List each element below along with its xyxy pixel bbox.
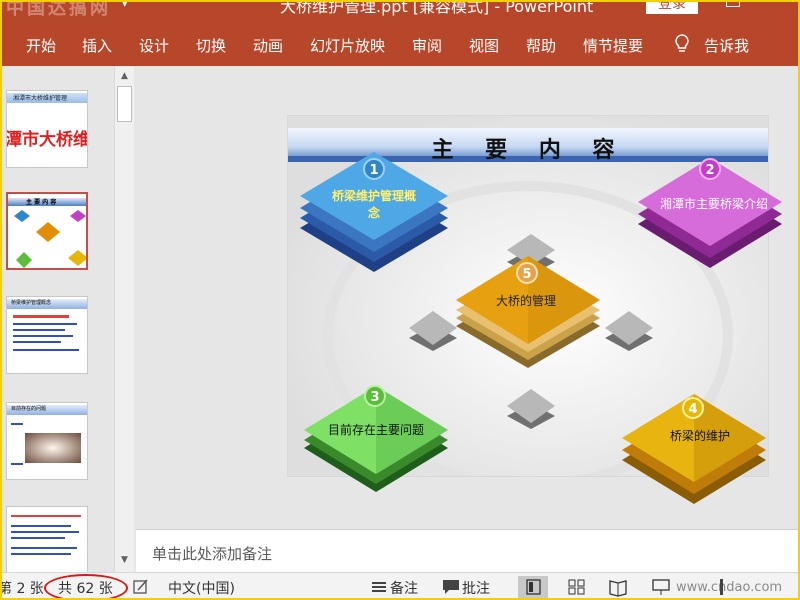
slide-thumbnail-1[interactable]: 湘潭市大桥维护管理 潭市大桥维护管理	[6, 90, 88, 168]
tab-review[interactable]: 审阅	[412, 35, 442, 56]
thumb-1-heading: 潭市大桥维护管理	[6, 130, 87, 150]
thumb-text-line	[11, 463, 23, 465]
tab-transitions[interactable]: 切换	[196, 35, 226, 56]
thumb-2-diagram	[14, 210, 86, 268]
spellcheck-icon[interactable]	[132, 578, 150, 596]
notes-icon	[372, 582, 386, 592]
ribbon-display-options-icon[interactable]	[726, 0, 740, 7]
item-2-label[interactable]: 湘潭市主要桥梁介绍	[652, 195, 776, 212]
slide-thumbnail-4[interactable]: 目前存在的问题	[6, 402, 88, 480]
item-3-label[interactable]: 目前存在主要问题	[324, 421, 428, 438]
thumb-1-title: 湘潭市大桥维护管理	[13, 95, 68, 102]
tab-animations[interactable]: 动画	[253, 35, 283, 56]
lightbulb-icon	[675, 34, 689, 52]
document-title: 大桥维护管理.ppt [兼容模式] - PowerPoint	[280, 0, 594, 16]
tab-design[interactable]: 设计	[139, 35, 169, 56]
tab-view[interactable]: 视图	[469, 35, 499, 56]
notes-pane[interactable]: 单击此处添加备注	[136, 529, 800, 572]
thumb-photo	[25, 433, 81, 463]
thumb-text-line	[11, 547, 77, 549]
site-watermark: www.cndao.com	[676, 580, 783, 595]
thumb-text-line	[11, 537, 65, 539]
normal-view-button[interactable]	[518, 576, 548, 598]
thumb-text-line	[11, 531, 79, 533]
comments-icon	[443, 580, 459, 594]
thumb-text-line	[13, 315, 69, 318]
thumb-text-line	[11, 423, 23, 425]
tab-slideshow[interactable]: 幻灯片放映	[310, 35, 385, 56]
item-1-label[interactable]: 桥梁维护管理概念	[332, 187, 416, 221]
thumbnail-scrollbar[interactable]: ▲ ▼	[114, 66, 134, 572]
thumb-text-line	[13, 323, 77, 325]
thumb-text-line	[13, 349, 79, 351]
thumb-text-line	[11, 525, 71, 527]
thumb-text-line	[11, 515, 81, 517]
thumb-text-line	[13, 341, 61, 343]
notes-button[interactable]: 备注	[390, 578, 418, 598]
slide-thumbnail-3[interactable]: 桥梁维护管理概念	[6, 296, 88, 374]
comments-button[interactable]: 批注	[462, 578, 490, 598]
tell-me-search[interactable]: 告诉我	[704, 35, 749, 56]
thumb-4-title: 目前存在的问题	[11, 406, 47, 412]
quick-access-dropdown-icon[interactable]: ▾	[122, 0, 128, 10]
slide-number: 第 2 张	[0, 581, 44, 597]
scroll-thumb[interactable]	[117, 86, 132, 122]
scroll-up-icon[interactable]: ▲	[115, 68, 134, 85]
item-4-label[interactable]: 桥梁的维护	[660, 427, 740, 444]
status-bar: 第 2 张 共 62 张 中文(中国) 备注 批注 www.cndao.com	[0, 572, 800, 600]
watermark-logo: 中国达搞网	[6, 0, 111, 16]
tab-insert[interactable]: 插入	[82, 35, 112, 56]
tab-help[interactable]: 帮助	[526, 35, 556, 56]
language-indicator[interactable]: 中文(中国)	[168, 578, 235, 598]
thumb-text-line	[13, 335, 73, 337]
tab-home[interactable]: 开始	[26, 35, 56, 56]
ribbon-tabs: 开始 插入 设计 切换 动画 幻灯片放映 审阅 视图 帮助 情节提要 告诉我	[0, 16, 800, 66]
scroll-down-icon[interactable]: ▼	[115, 552, 134, 569]
slide-thumbnail-5[interactable]	[6, 506, 88, 576]
item-5-label[interactable]: 大桥的管理	[488, 292, 564, 309]
slideshow-view-button[interactable]	[646, 576, 676, 598]
red-circle-annotation	[44, 574, 128, 600]
zoom-slider-thumb[interactable]	[720, 579, 723, 595]
slide-thumbnail-2[interactable]: 主 要 内 容	[6, 192, 88, 270]
slide-sorter-view-button[interactable]	[561, 576, 591, 598]
thumb-3-title: 桥梁维护管理概念	[11, 300, 52, 306]
notes-placeholder[interactable]: 单击此处添加备注	[152, 543, 272, 564]
tab-storyboarding[interactable]: 情节提要	[583, 35, 643, 56]
slide-title[interactable]: 主 要 内 容	[288, 132, 768, 163]
thumb-text-line	[13, 329, 65, 331]
login-button[interactable]: 登录	[646, 0, 698, 14]
title-bar: 中国达搞网 ▾ 大桥维护管理.ppt [兼容模式] - PowerPoint 登…	[0, 0, 800, 16]
thumb-text-line	[11, 553, 71, 555]
reading-view-button[interactable]	[603, 576, 633, 598]
